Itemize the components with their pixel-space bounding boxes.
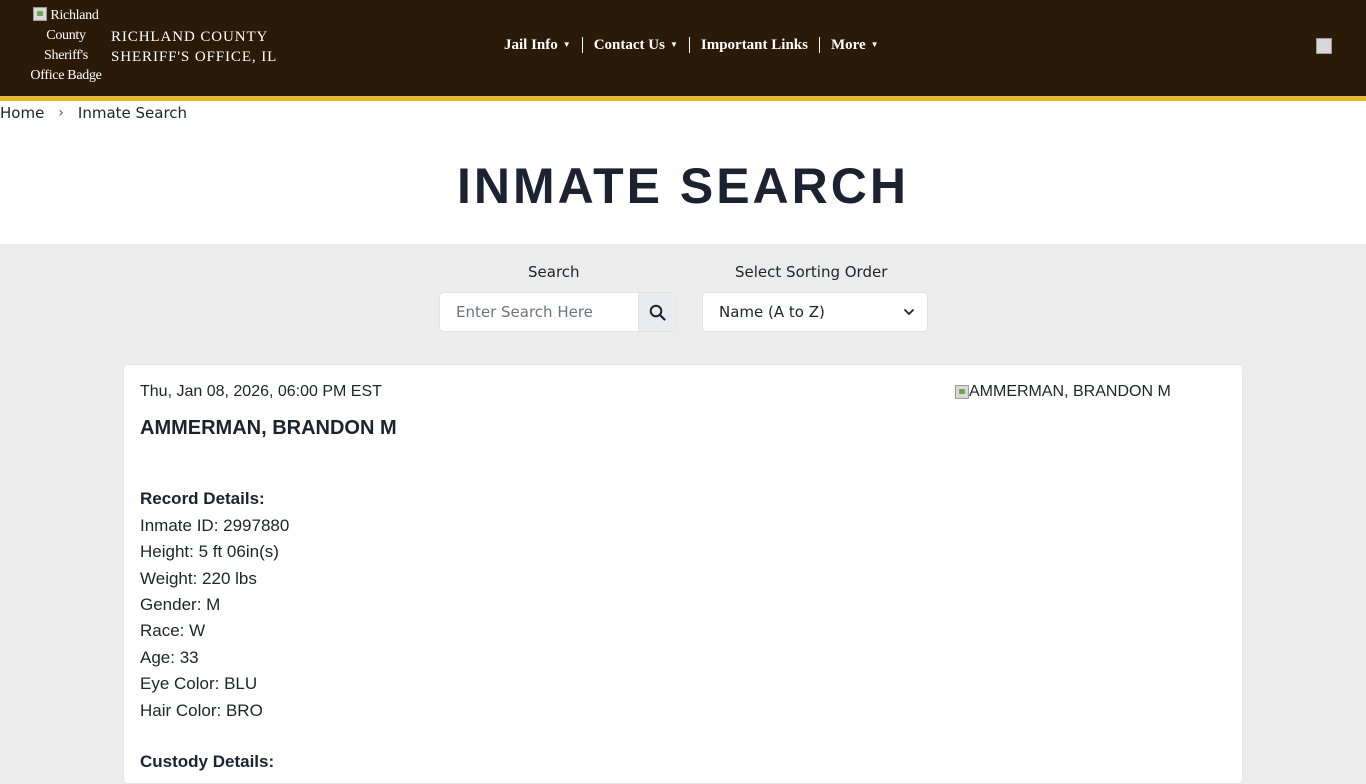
breadcrumb-home[interactable]: Home xyxy=(0,104,44,122)
search-button[interactable] xyxy=(638,293,676,331)
inmate-card: Thu, Jan 08, 2026, 06:00 PM EST AMMERMAN… xyxy=(123,364,1243,784)
sort-selected-value: Name (A to Z) xyxy=(719,303,825,321)
nav-label: Contact Us xyxy=(593,37,665,53)
broken-image-icon xyxy=(33,7,48,21)
caret-down-icon: ▼ xyxy=(669,40,678,49)
site-header: Richland County Sheriff's Office Badge R… xyxy=(0,0,1366,101)
detail-gender: Gender: M xyxy=(140,595,221,614)
search-input[interactable] xyxy=(440,293,639,331)
site-name-line2: SHERIFF'S OFFICE, IL xyxy=(111,49,278,65)
detail-inmate-id: Inmate ID: 2997880 xyxy=(140,516,290,535)
search-icon xyxy=(649,304,666,321)
sort-label: Select Sorting Order xyxy=(735,263,888,281)
detail-race: Race: W xyxy=(140,621,206,640)
inmate-name[interactable]: AMMERMAN, BRANDON M xyxy=(140,417,397,440)
detail-eye-color: Eye Color: BLU xyxy=(140,674,258,693)
nav-item-jail-info[interactable]: Jail Info ▼ xyxy=(496,37,582,53)
chevron-down-icon xyxy=(904,309,914,315)
inmate-photo-alt: AMMERMAN, BRANDON M xyxy=(969,383,1171,400)
broken-image-icon xyxy=(955,385,969,399)
nav-label: Important Links xyxy=(700,37,808,53)
booking-date: Thu, Jan 08, 2026, 06:00 PM EST xyxy=(140,383,382,400)
page-title: INMATE SEARCH xyxy=(457,158,909,214)
search-box xyxy=(439,292,677,332)
nav-label: Jail Info xyxy=(504,37,558,53)
detail-weight: Weight: 220 lbs xyxy=(140,569,257,588)
breadcrumb-separator-icon: › xyxy=(58,105,64,121)
custody-details-heading: Custody Details: xyxy=(140,752,275,771)
detail-height: Height: 5 ft 06in(s) xyxy=(140,542,279,561)
sort-order-select[interactable]: Name (A to Z) xyxy=(702,292,928,332)
breadcrumb: Home › Inmate Search xyxy=(0,103,187,123)
detail-hair-color: Hair Color: BRO xyxy=(140,701,263,720)
nav-item-contact-us[interactable]: Contact Us ▼ xyxy=(581,37,689,53)
detail-age: Age: 33 xyxy=(140,648,199,667)
breadcrumb-current: Inmate Search xyxy=(77,104,188,122)
site-name[interactable]: RICHLAND COUNTY SHERIFF'S OFFICE, IL xyxy=(111,27,277,67)
site-logo[interactable]: Richland County Sheriff's Office Badge xyxy=(26,6,106,86)
nav-item-more[interactable]: More ▼ xyxy=(818,37,890,53)
nav-item-important-links[interactable]: Important Links xyxy=(688,37,819,53)
caret-down-icon: ▼ xyxy=(870,40,879,49)
search-label: Search xyxy=(528,263,580,281)
main-nav: Jail Info ▼ Contact Us ▼ Important Links M… xyxy=(496,35,890,55)
header-image-icon[interactable] xyxy=(1316,38,1332,54)
inmate-photo: AMMERMAN, BRANDON M xyxy=(955,383,1171,401)
caret-down-icon: ▼ xyxy=(562,40,571,49)
record-details-heading: Record Details: xyxy=(140,489,265,508)
site-name-line1: RICHLAND COUNTY xyxy=(111,29,269,45)
nav-label: More xyxy=(830,37,866,53)
